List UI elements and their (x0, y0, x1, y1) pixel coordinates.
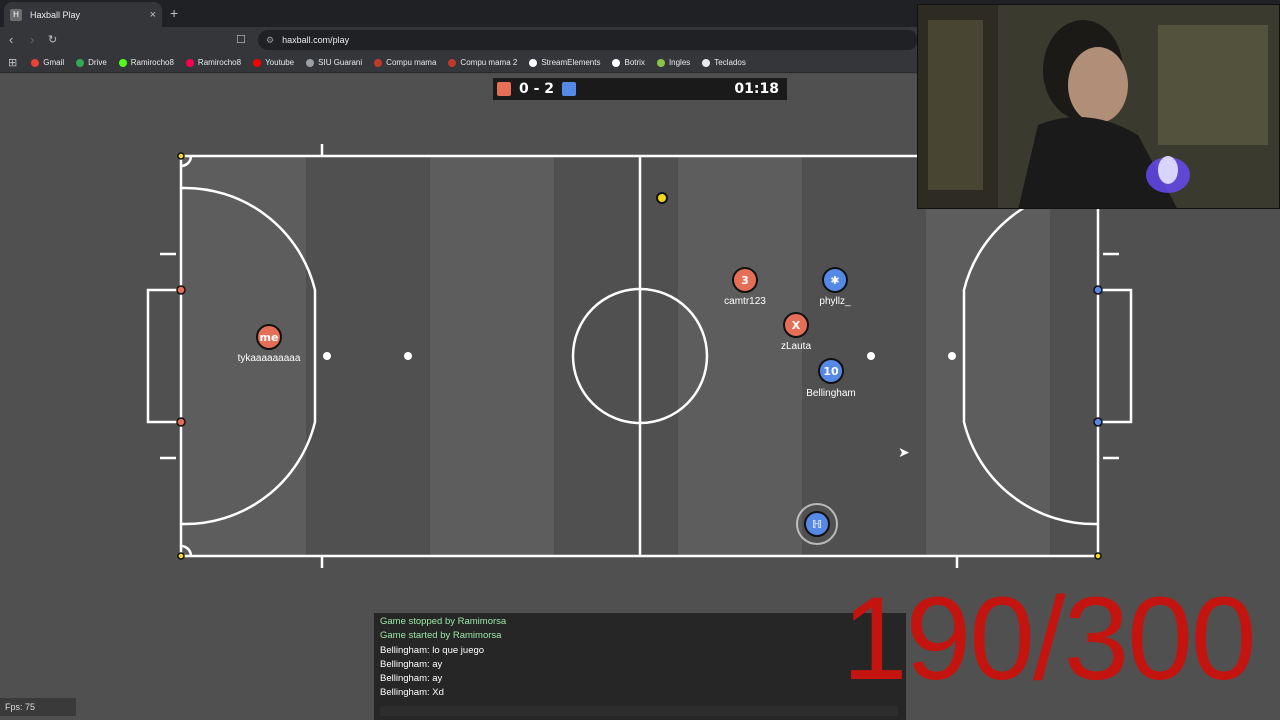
match-timer: 01:18 (734, 81, 779, 97)
chat-message: Bellingham: ay (380, 673, 443, 685)
goal-counter-overlay: 190/300 (842, 573, 1257, 705)
score: 0 - 2 (519, 81, 555, 97)
player-name: zLauta (780, 341, 812, 352)
chat-message: Bellingham: Xd (380, 687, 444, 699)
fps-counter: Fps: 75 (0, 698, 76, 716)
player-name: camtr123 (724, 296, 766, 307)
chat-message: Bellingham: ay (380, 658, 443, 670)
player-name: tykaaaaaaaaa (237, 353, 301, 364)
player-disc: X (783, 312, 809, 338)
left-goal (146, 288, 181, 424)
chat-input[interactable] (380, 706, 898, 716)
player-disc: me (256, 324, 282, 350)
player-disc: ℍ (804, 511, 830, 537)
blue-team-indicator (562, 82, 577, 96)
chat-message: Game stopped by Ramimorsa (380, 616, 507, 627)
right-goal (1098, 288, 1133, 424)
player-disc: 3 (732, 267, 758, 293)
player-disc: ✱ (822, 267, 848, 293)
player-name: phyllz_ (819, 296, 851, 307)
player-disc: 10 (818, 358, 844, 384)
chat-message: Game started by Ramimorsa (380, 630, 502, 642)
chat-panel: Game stopped by Ramimorsa Game started by… (374, 613, 906, 720)
scoreboard: 0 - 2 01:18 (493, 78, 787, 100)
mouse-cursor-icon: ➤ (898, 444, 910, 460)
player-name: Bellingham (806, 388, 856, 399)
red-team-indicator (497, 82, 511, 96)
chat-message: Bellingham: lo que juego (380, 644, 485, 656)
ball (656, 192, 668, 204)
webcam-overlay (917, 4, 1280, 209)
